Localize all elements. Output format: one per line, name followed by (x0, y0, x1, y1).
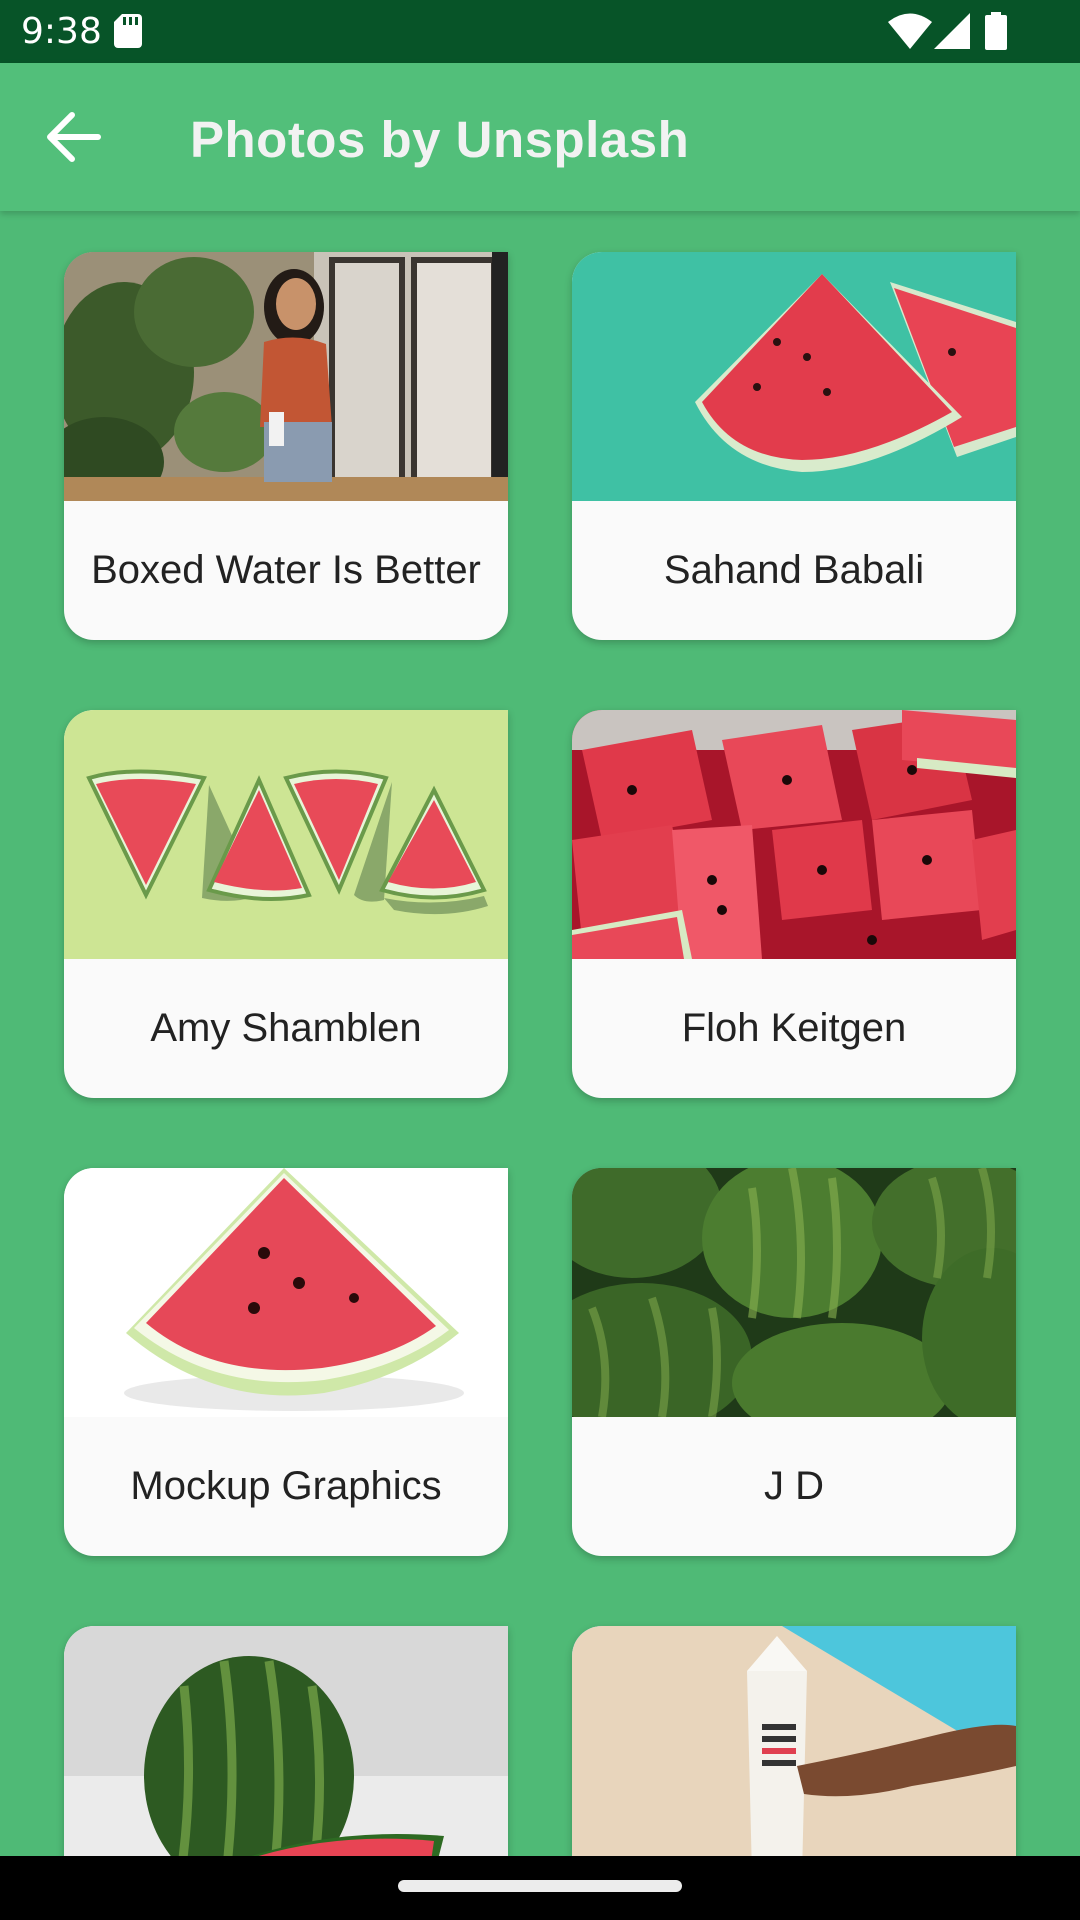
photo-author: Boxed Water Is Better (91, 548, 481, 592)
photo-image (64, 710, 508, 959)
photo-author: Mockup Graphics (130, 1464, 442, 1508)
photo-card[interactable]: Amy Shamblen (64, 710, 508, 1098)
photo-image (64, 252, 508, 501)
photo-card[interactable] (64, 1626, 508, 1856)
photo-card[interactable]: Boxed Water Is Better (64, 252, 508, 640)
status-bar: 9:38 (0, 0, 1080, 63)
signal-icon (934, 13, 970, 49)
photo-image (64, 1168, 508, 1417)
photo-author: Amy Shamblen (150, 1006, 422, 1050)
photo-image (572, 710, 1016, 959)
photo-grid: Boxed Water Is Better Sahand Babali Amy … (0, 211, 1080, 1856)
photo-author: Floh Keitgen (681, 1006, 907, 1050)
photo-image (572, 1626, 1016, 1856)
photo-image (64, 1626, 508, 1856)
photo-card[interactable]: Floh Keitgen (572, 710, 1016, 1098)
status-time: 9:38 (21, 11, 102, 52)
navigation-bar (0, 1856, 1080, 1920)
photo-author: Sahand Babali (663, 548, 925, 592)
arrow-back-icon (47, 112, 101, 162)
photo-card[interactable]: J D (572, 1168, 1016, 1556)
battery-icon (985, 12, 1007, 50)
home-gesture-handle[interactable] (398, 1880, 682, 1892)
page-title: Photos by Unsplash (190, 111, 690, 168)
back-button[interactable] (26, 93, 122, 181)
app-bar: Photos by Unsplash (0, 63, 1080, 211)
photo-image (572, 1168, 1016, 1417)
wifi-icon (888, 13, 932, 49)
photo-card[interactable]: Sahand Babali (572, 252, 1016, 640)
sd-card-icon (114, 14, 142, 48)
photo-card[interactable]: Mockup Graphics (64, 1168, 508, 1556)
photo-image (572, 252, 1016, 501)
photo-author: J D (764, 1464, 824, 1508)
photo-card[interactable] (572, 1626, 1016, 1856)
